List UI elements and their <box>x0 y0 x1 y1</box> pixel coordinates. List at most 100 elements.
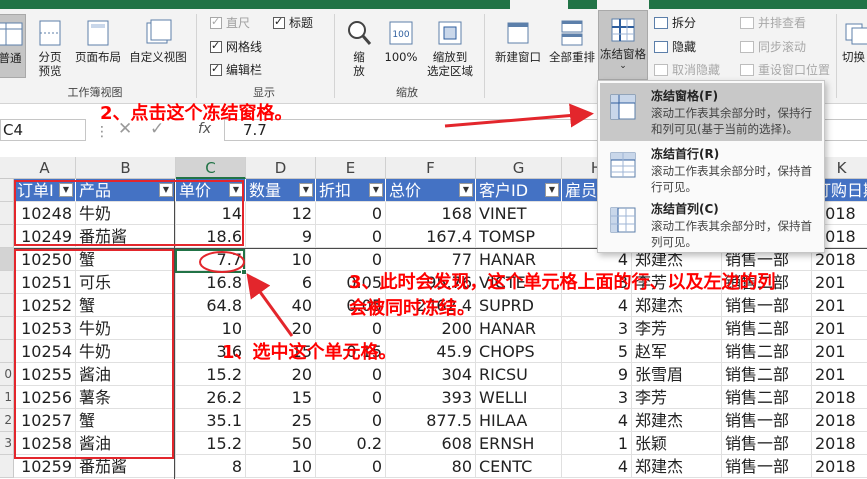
table-cell[interactable]: 销售一部 <box>722 294 812 317</box>
table-cell[interactable]: 销售一部 <box>722 455 812 478</box>
table-cell[interactable]: WELLI <box>476 386 562 409</box>
table-cell[interactable]: 0 <box>316 455 386 478</box>
unhide-button[interactable]: 取消隐藏 <box>654 61 720 78</box>
table-cell[interactable]: 45.9 <box>386 340 476 363</box>
freeze-panes-button[interactable]: 冻结窗格 ⌄ <box>598 10 648 80</box>
sync-scroll-button[interactable]: 同步滚动 <box>740 38 806 55</box>
filter-dropdown-icon[interactable]: ▼ <box>545 183 559 197</box>
table-cell[interactable]: 0 <box>316 363 386 386</box>
row-header[interactable] <box>0 248 14 271</box>
table-cell[interactable]: 0 <box>316 386 386 409</box>
table-cell[interactable]: 25 <box>246 409 316 432</box>
zoom-selection-button[interactable]: 缩放到 选定区域 <box>422 14 478 78</box>
filter-dropdown-icon[interactable]: ▼ <box>369 183 383 197</box>
fill-handle[interactable] <box>241 269 247 275</box>
table-cell[interactable]: 15.2 <box>176 432 246 455</box>
row-header[interactable] <box>0 271 14 294</box>
table-cell[interactable]: 12 <box>246 202 316 225</box>
table-cell[interactable]: CHOPS <box>476 340 562 363</box>
table-cell[interactable]: 郑建杰 <box>632 294 722 317</box>
table-cell[interactable]: 20 <box>246 363 316 386</box>
table-cell[interactable]: 2018 <box>812 432 867 455</box>
table-cell[interactable]: 26.2 <box>176 386 246 409</box>
table-cell[interactable]: 201 <box>812 340 867 363</box>
table-cell[interactable]: 50 <box>246 432 316 455</box>
gridlines-checkbox[interactable]: 网格线 <box>210 38 262 55</box>
table-cell[interactable]: 郑建杰 <box>632 409 722 432</box>
row-header[interactable] <box>0 455 14 478</box>
table-cell[interactable]: 0.2 <box>316 432 386 455</box>
table-cell[interactable]: HILAA <box>476 409 562 432</box>
row-header[interactable] <box>0 294 14 317</box>
table-cell[interactable]: 0 <box>316 409 386 432</box>
column-header-b[interactable]: B <box>76 157 176 179</box>
menu-item-freeze-panes[interactable]: 冻结窗格(F) 滚动工作表其余部分时，保持行和列可见(基于当前的选择)。 <box>600 83 822 141</box>
table-cell[interactable]: 销售一部 <box>722 409 812 432</box>
table-cell[interactable]: 2018 <box>812 386 867 409</box>
menu-item-freeze-top-row[interactable]: 冻结首行(R) 滚动工作表其余部分时，保持首行可见。 <box>600 141 822 199</box>
table-cell[interactable]: 张颖 <box>632 432 722 455</box>
row-header[interactable] <box>0 179 14 202</box>
row-header[interactable] <box>0 317 14 340</box>
zoom-button[interactable]: 缩 放 <box>342 14 376 78</box>
table-cell[interactable]: 2018 <box>812 409 867 432</box>
table-cell[interactable]: 4 <box>562 409 632 432</box>
table-cell[interactable]: 赵军 <box>632 340 722 363</box>
table-cell[interactable]: ERNSH <box>476 432 562 455</box>
table-cell[interactable]: 6 <box>246 271 316 294</box>
column-header-f[interactable]: F <box>386 157 476 179</box>
table-cell[interactable]: 201 <box>812 271 867 294</box>
ruler-checkbox[interactable]: 直尺 <box>210 14 250 31</box>
zoom-100-button[interactable]: 100 100% <box>382 14 420 64</box>
row-header[interactable] <box>0 202 14 225</box>
table-cell[interactable]: 10 <box>246 455 316 478</box>
table-cell[interactable]: 5 <box>562 340 632 363</box>
menu-item-freeze-first-column[interactable]: 冻结首列(C) 滚动工作表其余部分时，保持首列可见。 <box>600 196 822 254</box>
custom-view-button[interactable]: 自定义视图 <box>126 14 190 64</box>
column-header-c[interactable]: C <box>176 157 246 179</box>
table-cell[interactable]: 15.2 <box>176 363 246 386</box>
table-cell[interactable]: 64.8 <box>176 294 246 317</box>
hide-button[interactable]: 隐藏 <box>654 38 696 55</box>
table-cell[interactable]: 40 <box>246 294 316 317</box>
table-cell[interactable]: 201 <box>812 294 867 317</box>
column-header-g[interactable]: G <box>476 157 562 179</box>
table-cell[interactable]: 16.8 <box>176 271 246 294</box>
table-cell[interactable]: 李芳 <box>632 317 722 340</box>
table-cell[interactable]: 李芳 <box>632 386 722 409</box>
table-cell[interactable]: 3 <box>562 386 632 409</box>
table-cell[interactable]: 608 <box>386 432 476 455</box>
table-cell[interactable]: 0 <box>316 202 386 225</box>
table-cell[interactable]: 销售一部 <box>722 432 812 455</box>
table-cell[interactable]: HANAR <box>476 317 562 340</box>
switch-window-button[interactable]: 切换 <box>842 14 867 64</box>
table-cell[interactable]: 9 <box>246 225 316 248</box>
name-box[interactable]: C4 <box>0 119 86 141</box>
table-cell[interactable]: 168 <box>386 202 476 225</box>
table-cell[interactable]: 393 <box>386 386 476 409</box>
headings-checkbox[interactable]: 标题 <box>273 14 313 31</box>
table-cell[interactable]: 0 <box>316 317 386 340</box>
new-window-button[interactable]: 新建窗口 <box>490 14 546 64</box>
page-break-preview-button[interactable]: 分页 预览 <box>32 14 68 78</box>
table-cell[interactable]: 1 <box>562 432 632 455</box>
page-layout-button[interactable]: 页面布局 <box>70 14 126 64</box>
row-header[interactable]: 2 <box>0 409 14 432</box>
table-cell[interactable]: 8 <box>176 455 246 478</box>
column-header-d[interactable]: D <box>246 157 316 179</box>
table-cell[interactable]: 3 <box>562 317 632 340</box>
table-cell[interactable]: RICSU <box>476 363 562 386</box>
column-header-a[interactable]: A <box>14 157 76 179</box>
table-cell[interactable]: 877.5 <box>386 409 476 432</box>
table-cell[interactable]: 0 <box>316 225 386 248</box>
table-cell[interactable]: 销售二部 <box>722 363 812 386</box>
table-cell[interactable]: 9 <box>562 363 632 386</box>
table-cell[interactable]: 201 <box>812 317 867 340</box>
table-cell[interactable]: 4 <box>562 294 632 317</box>
table-cell[interactable]: 10 <box>246 248 316 271</box>
table-cell[interactable]: 20 <box>246 317 316 340</box>
row-header[interactable]: 3 <box>0 432 14 455</box>
table-cell[interactable]: 80 <box>386 455 476 478</box>
formula-bar-checkbox[interactable]: 编辑栏 <box>210 61 262 78</box>
filter-dropdown-icon[interactable]: ▼ <box>459 183 473 197</box>
